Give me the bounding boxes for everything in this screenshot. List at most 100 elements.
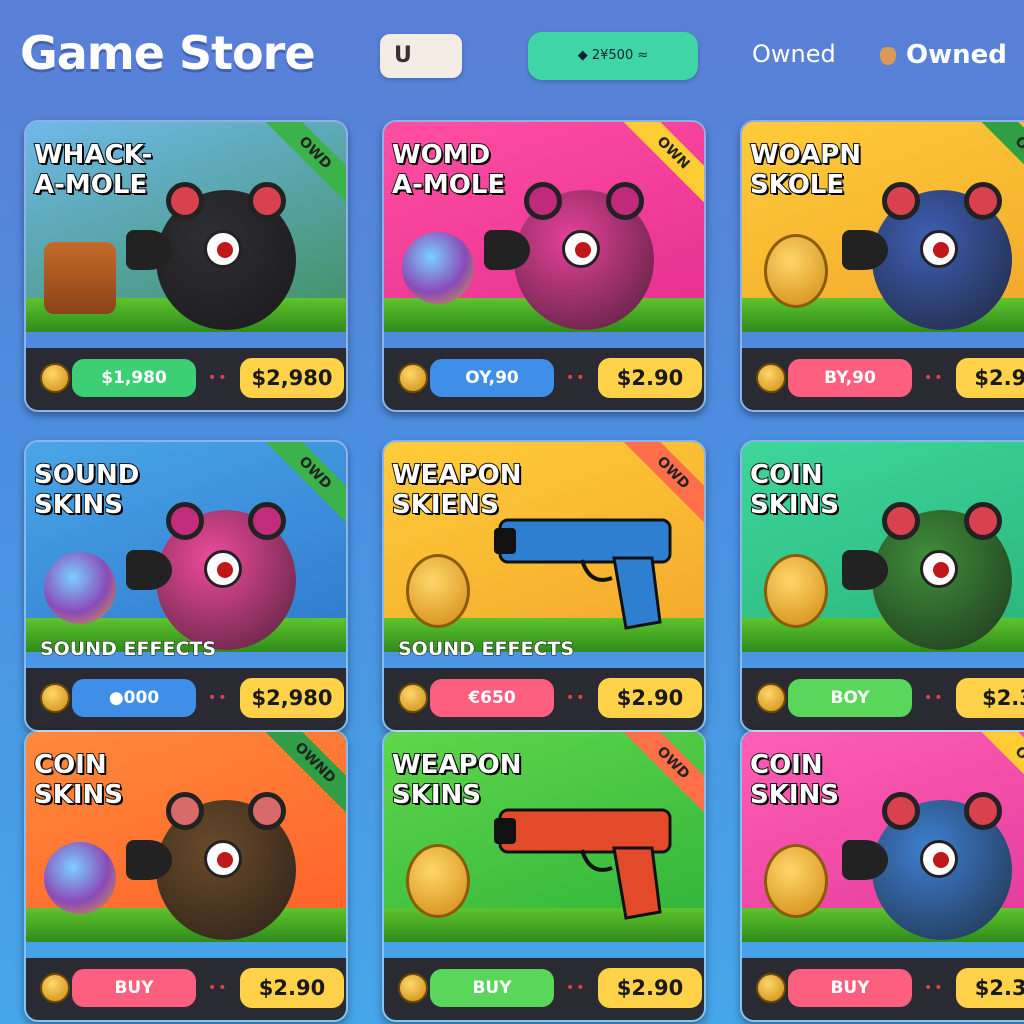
mole-pupil (217, 562, 233, 578)
mole-pupil (933, 852, 949, 868)
gold-coin-icon (406, 844, 470, 918)
buy-button[interactable]: OY,90 (430, 359, 554, 397)
user-badge[interactable]: U ​ (380, 34, 462, 78)
mole-ear (882, 182, 920, 220)
owned-tab-label: Owned (906, 40, 1007, 70)
mole-eye (204, 230, 242, 268)
buy-button[interactable]: BUY (72, 969, 196, 1007)
mole-eye (204, 550, 242, 588)
price-tag[interactable]: $2.3 (956, 678, 1024, 718)
mole-character (126, 502, 296, 650)
store-item-card[interactable]: WOAPN SKOLEOWNBY,90••$2.9C (740, 120, 1024, 412)
store-item-card[interactable]: COIN SKINS OWND BUY •• $2.90 (24, 730, 348, 1022)
ball-icon (402, 232, 474, 304)
item-action-bar: BOY •• $2.3 (742, 668, 1024, 730)
item-action-bar: €650 •• $2.90 (384, 668, 704, 730)
owned-tab[interactable]: Owned (752, 40, 836, 68)
mole-character (842, 182, 1012, 330)
mole-character (484, 182, 654, 330)
mole-ear (248, 502, 286, 540)
buy-button[interactable]: BUY (430, 969, 554, 1007)
mole-ear (166, 792, 204, 830)
mole-snout (842, 550, 888, 590)
item-action-bar: OY,90 •• $2.90 (384, 348, 704, 410)
coin-icon (40, 363, 70, 393)
mole-pupil (217, 852, 233, 868)
coin-icon (398, 973, 428, 1003)
item-title: WEAPON SKIENS (391, 459, 522, 521)
mole-character (126, 182, 296, 330)
buy-button[interactable]: BOY (788, 679, 912, 717)
price-tag[interactable]: $2.9C (956, 358, 1024, 398)
price-tag[interactable]: $2.90 (240, 968, 344, 1008)
buy-button[interactable]: $1,980 (72, 359, 196, 397)
mole-ear (606, 182, 644, 220)
separator-dots-icon: •• (566, 370, 587, 386)
mole-eye (920, 230, 958, 268)
store-item-card[interactable]: COIN SKINS BOY •• $2.3 (740, 440, 1024, 732)
price-tag[interactable]: $2,980 (240, 678, 344, 718)
buy-button[interactable]: ●000 (72, 679, 196, 717)
mole-ear (248, 792, 286, 830)
coin-icon (40, 683, 70, 713)
price-tag[interactable]: $2.90 (598, 968, 702, 1008)
mole-character (126, 792, 296, 940)
mole-snout (126, 230, 172, 270)
mole-character (842, 502, 1012, 650)
store-header: Game Store U ​ ◆ 2¥500 ≈ Owned Owned (0, 0, 1024, 112)
price-tag[interactable]: $2,980 (240, 358, 344, 398)
coin-balance-pill[interactable]: ◆ 2¥500 ≈ (528, 32, 698, 80)
mole-ear (964, 502, 1002, 540)
store-item-card[interactable]: WHACK- A-MOLE OWD $1,980 •• $2,980 (24, 120, 348, 412)
store-item-card[interactable]: WOMD A-MOLE OWN OY,90 •• $2.90 (382, 120, 706, 412)
buy-button[interactable]: BY,90 (788, 359, 912, 397)
mole-ear (524, 182, 562, 220)
item-action-bar: BUY •• $2.90 (26, 958, 346, 1020)
mole-pupil (575, 242, 591, 258)
mole-snout (126, 840, 172, 880)
item-action-bar: BUY •• $2.90 (384, 958, 704, 1020)
item-subtitle: SOUND EFFECTS (397, 638, 575, 661)
store-item-card[interactable]: WEAPON SKINS OWD BUY •• $2.90 (382, 730, 706, 1022)
mole-eye (204, 840, 242, 878)
mole-snout (842, 230, 888, 270)
item-action-bar: $1,980 •• $2,980 (26, 348, 346, 410)
store-item-card[interactable]: WEAPON SKIENS OWD SOUND EFFECTS €650 •• $2.90 (382, 440, 706, 732)
price-tag[interactable]: $2.30 (956, 968, 1024, 1008)
mole-ear (166, 182, 204, 220)
item-subtitle: SOUND EFFECTS (39, 638, 217, 661)
item-action-bar: ●000 •• $2,980 (26, 668, 346, 730)
mole-ear (882, 792, 920, 830)
mole-eye (920, 840, 958, 878)
coin-icon (398, 683, 428, 713)
item-title: WHACK- A-MOLE (33, 139, 153, 201)
mole-ear (964, 792, 1002, 830)
mole-eye (562, 230, 600, 268)
ball-icon (44, 842, 116, 914)
separator-dots-icon: •• (566, 690, 587, 706)
acorn-icon (880, 46, 896, 65)
price-tag[interactable]: $2.90 (598, 678, 702, 718)
store-item-card[interactable]: COIN SKINSOWDBUY••$2.30 (740, 730, 1024, 1022)
separator-dots-icon: •• (924, 690, 945, 706)
item-title: COIN SKINS (749, 459, 840, 521)
price-tag[interactable]: $2.90 (598, 358, 702, 398)
mole-ear (882, 502, 920, 540)
item-title: WEAPON SKINS (391, 749, 522, 811)
item-title: WOAPN SKOLE (749, 139, 862, 201)
mole-pupil (217, 242, 233, 258)
mole-pupil (933, 242, 949, 258)
sound-disc-icon (44, 552, 116, 624)
item-title: COIN SKINS (33, 749, 124, 811)
separator-dots-icon: •• (208, 690, 229, 706)
item-title: SOUND SKINS (33, 459, 140, 521)
blaster-weapon (494, 502, 684, 632)
mole-snout (126, 550, 172, 590)
separator-dots-icon: •• (924, 980, 945, 996)
buy-button[interactable]: BUY (788, 969, 912, 1007)
buy-button[interactable]: €650 (430, 679, 554, 717)
coin-icon (398, 363, 428, 393)
coin-icon (756, 973, 786, 1003)
owned-tab-secondary[interactable]: Owned (880, 40, 1007, 70)
store-item-card[interactable]: SOUND SKINS OWD SOUND EFFECTS ●000 •• $2,980 (24, 440, 348, 732)
